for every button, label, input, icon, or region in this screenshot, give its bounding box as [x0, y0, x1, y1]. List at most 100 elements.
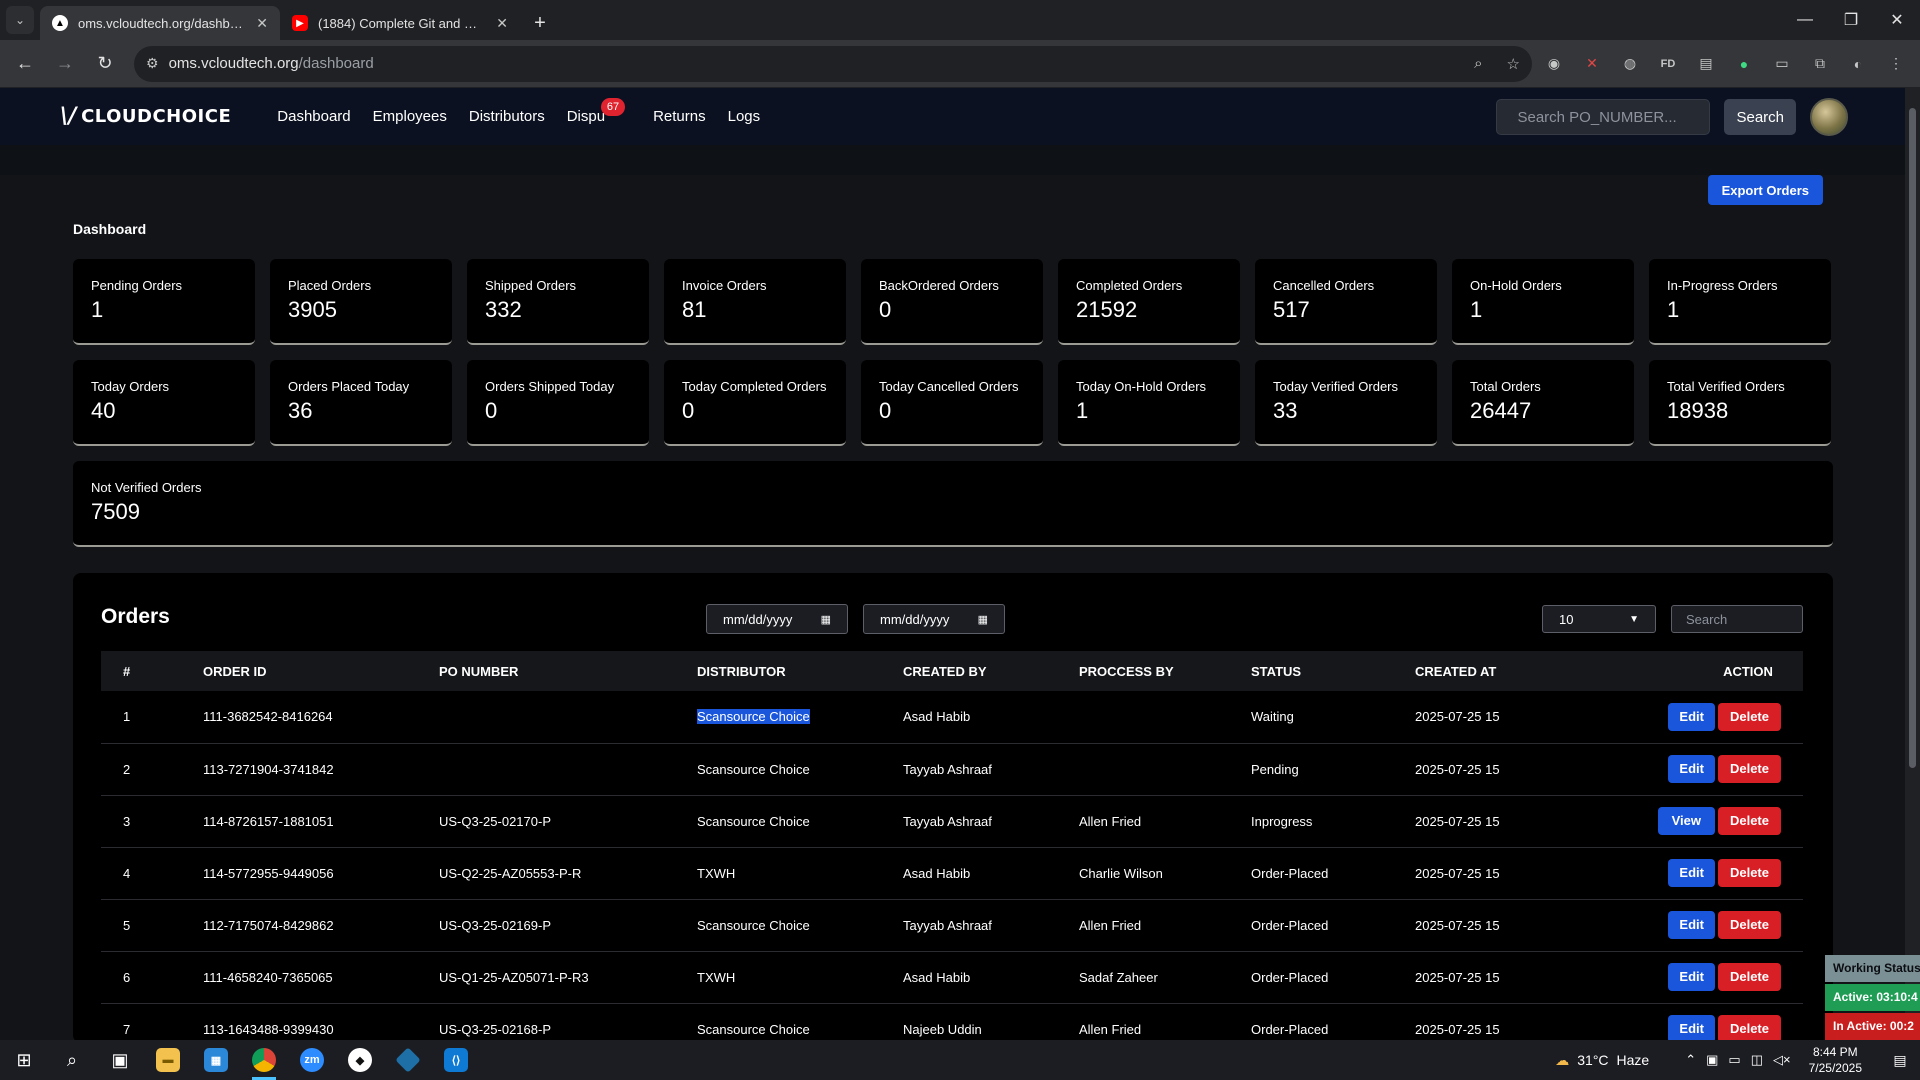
- nav-link-distributors[interactable]: Distributors: [469, 108, 545, 125]
- user-avatar[interactable]: [1810, 98, 1848, 136]
- site-info-icon[interactable]: ⚙: [146, 55, 159, 72]
- extension-dark-icon[interactable]: ▭: [1766, 48, 1798, 80]
- close-tab-icon[interactable]: ✕: [496, 15, 508, 32]
- restore-icon[interactable]: ❐: [1828, 0, 1874, 40]
- network-icon[interactable]: ◫: [1751, 1052, 1763, 1068]
- calendar-icon[interactable]: ▦: [978, 613, 988, 626]
- store-icon[interactable]: ▦: [192, 1040, 240, 1080]
- new-tab-button[interactable]: +: [526, 9, 554, 37]
- tray-app-icon[interactable]: ▣: [1706, 1052, 1718, 1068]
- delete-button[interactable]: Delete: [1717, 755, 1781, 783]
- delete-button[interactable]: Delete: [1717, 702, 1781, 731]
- tab-search-button[interactable]: ⌄: [6, 6, 34, 34]
- inactive-time: In Active: 00:2: [1825, 1013, 1920, 1040]
- edit-button[interactable]: Edit: [1668, 911, 1715, 939]
- close-tab-icon[interactable]: ✕: [256, 15, 268, 32]
- search-icon[interactable]: ⌕: [48, 1040, 96, 1080]
- vscode-icon[interactable]: ⟨⟩: [432, 1040, 480, 1080]
- po-search-input[interactable]: [1496, 99, 1711, 135]
- minimize-icon[interactable]: —: [1782, 0, 1828, 40]
- nav-link-employees[interactable]: Employees: [373, 108, 447, 125]
- extension-image-icon[interactable]: ▤: [1690, 48, 1722, 80]
- zoom-icon[interactable]: ⌕: [1474, 55, 1482, 72]
- app-circle-icon[interactable]: ◆: [336, 1040, 384, 1080]
- orders-search-input[interactable]: [1671, 605, 1803, 633]
- orders-title: Orders: [101, 605, 170, 628]
- stat-label: Not Verified Orders: [91, 480, 202, 495]
- file-explorer-icon[interactable]: ▬: [144, 1040, 192, 1080]
- scrollbar-thumb[interactable]: [1909, 108, 1916, 768]
- extension-green-icon[interactable]: ●: [1728, 48, 1760, 80]
- chrome-menu-icon[interactable]: ⋮: [1880, 48, 1912, 80]
- cell-distributor: TXWH: [697, 865, 736, 881]
- working-status-label[interactable]: Working Status: [1825, 955, 1920, 982]
- volume-muted-icon[interactable]: ◁×: [1773, 1052, 1791, 1068]
- chrome-icon[interactable]: [240, 1040, 288, 1080]
- nav-link-disputes[interactable]: Dispu 67: [567, 98, 626, 125]
- calendar-icon[interactable]: ▦: [821, 613, 831, 626]
- stat-card: Today Orders 40: [73, 360, 255, 446]
- brand-logo[interactable]: \/ CLOUDCHOICE: [60, 104, 231, 129]
- app-diamond-icon[interactable]: [384, 1040, 432, 1080]
- table-row: 3 114-8726157-1881051 US-Q3-25-02170-P S…: [101, 795, 1803, 847]
- cell-created-at: 2025-07-25 15: [1415, 917, 1500, 933]
- windows-start-icon[interactable]: ⊞: [0, 1040, 48, 1080]
- export-orders-button[interactable]: Export Orders: [1707, 175, 1823, 205]
- table-header-row: # ORDER ID PO NUMBER DISTRIBUTOR CREATED…: [101, 651, 1803, 691]
- cell-action: Edit Delete: [1635, 951, 1803, 1003]
- delete-button[interactable]: Delete: [1717, 911, 1781, 939]
- edit-button[interactable]: Edit: [1668, 755, 1715, 783]
- stat-card: Shipped Orders 332: [467, 259, 649, 345]
- browser-tab-active[interactable]: ▲ oms.vcloudtech.org/dashboard ✕: [40, 6, 280, 40]
- zoom-app-icon[interactable]: zm: [288, 1040, 336, 1080]
- edit-button[interactable]: Edit: [1668, 859, 1715, 887]
- delete-button[interactable]: Delete: [1717, 807, 1781, 835]
- notification-icon[interactable]: ▤: [1880, 1040, 1920, 1080]
- working-status-widget: Working Status Active: 03:10:4 In Active…: [1825, 955, 1920, 1042]
- profile-icon[interactable]: ◐: [1842, 48, 1874, 80]
- back-icon[interactable]: ←: [8, 47, 42, 81]
- stat-card: On-Hold Orders 1: [1452, 259, 1634, 345]
- page-size-select[interactable]: 10 ▼: [1542, 605, 1656, 633]
- date-to-input[interactable]: mm/dd/yyyy ▦: [863, 604, 1005, 634]
- taskbar-clock[interactable]: 8:44 PM 7/25/2025: [1809, 1044, 1862, 1076]
- nav-link-logs[interactable]: Logs: [728, 108, 761, 125]
- address-bar[interactable]: ⚙ oms.vcloudtech.org/dashboard ⌕ ☆: [134, 45, 1532, 82]
- col-order-id: ORDER ID: [203, 663, 267, 679]
- forward-icon[interactable]: →: [48, 47, 82, 81]
- delete-button[interactable]: Delete: [1717, 1015, 1781, 1043]
- stat-value: 0: [879, 297, 892, 322]
- tab-title: oms.vcloudtech.org/dashboard: [78, 15, 247, 31]
- extension-fd-icon[interactable]: FD: [1652, 48, 1684, 80]
- stat-value: 18938: [1667, 398, 1729, 423]
- extension-close-icon[interactable]: ✕: [1576, 48, 1608, 80]
- weather-widget[interactable]: ☁ 31°C Haze: [1555, 1052, 1649, 1069]
- view-button[interactable]: View: [1657, 807, 1715, 835]
- battery-icon[interactable]: ▭: [1728, 1052, 1740, 1068]
- reload-icon[interactable]: ↻: [88, 47, 122, 81]
- stat-label: In-Progress Orders: [1667, 278, 1778, 293]
- page-scrollbar[interactable]: [1905, 88, 1920, 1040]
- browser-tab[interactable]: ▶ (1884) Complete Git and GitHub ✕: [280, 6, 520, 40]
- nav-link-returns[interactable]: Returns: [653, 108, 706, 125]
- close-window-icon[interactable]: ✕: [1874, 0, 1920, 40]
- delete-button[interactable]: Delete: [1717, 859, 1781, 887]
- po-search-button[interactable]: Search: [1724, 99, 1796, 135]
- stat-value: 517: [1273, 297, 1310, 322]
- stat-label: Completed Orders: [1076, 278, 1183, 293]
- task-view-icon[interactable]: ▣: [96, 1040, 144, 1080]
- stat-value: 1: [1470, 297, 1483, 322]
- stat-label: Total Orders: [1470, 379, 1541, 394]
- chevron-up-icon[interactable]: ⌃: [1685, 1052, 1696, 1068]
- extension-icon[interactable]: ◉: [1538, 48, 1570, 80]
- cell-created-at: 2025-07-25 15: [1415, 969, 1500, 985]
- extension-globe-icon[interactable]: ◍: [1614, 48, 1646, 80]
- edit-button[interactable]: Edit: [1668, 702, 1715, 731]
- delete-button[interactable]: Delete: [1717, 963, 1781, 991]
- bookmark-star-icon[interactable]: ☆: [1507, 55, 1520, 73]
- extensions-puzzle-icon[interactable]: ⧉: [1804, 48, 1836, 80]
- edit-button[interactable]: Edit: [1668, 963, 1715, 991]
- date-from-input[interactable]: mm/dd/yyyy ▦: [706, 604, 848, 634]
- nav-link-dashboard[interactable]: Dashboard: [277, 108, 350, 125]
- edit-button[interactable]: Edit: [1668, 1015, 1715, 1043]
